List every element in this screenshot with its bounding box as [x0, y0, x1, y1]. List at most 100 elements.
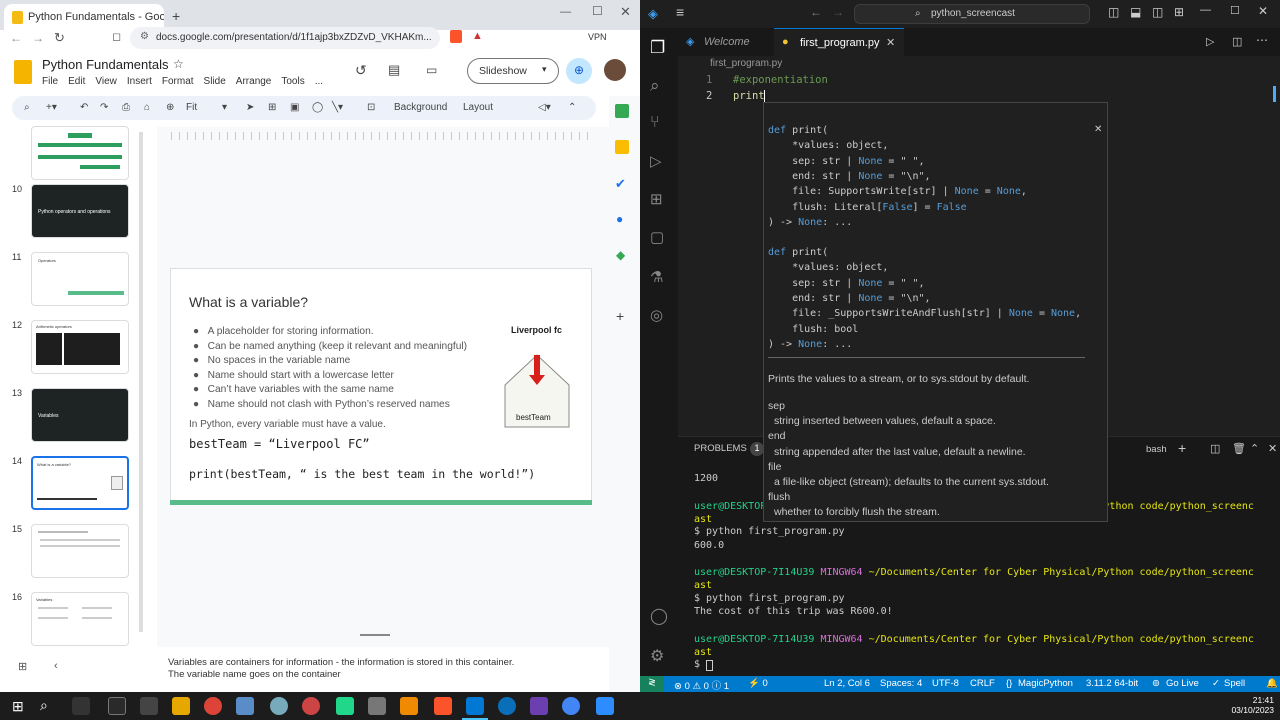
brave-shield-icon[interactable]	[450, 30, 462, 43]
image-icon[interactable]: ▣	[290, 102, 299, 113]
slide-thumbnail[interactable]: Operators	[31, 252, 129, 306]
tools-icon[interactable]	[236, 697, 254, 715]
minimize-icon[interactable]: —	[1200, 4, 1211, 16]
minimize-icon[interactable]: —	[560, 6, 571, 18]
eol[interactable]: CRLF	[970, 678, 995, 689]
meet-icon[interactable]: ▭	[426, 63, 437, 77]
cursor-position[interactable]: Ln 2, Col 6	[824, 678, 870, 689]
problems-tab[interactable]: PROBLEMS	[694, 443, 747, 454]
contacts-icon[interactable]: ●	[616, 212, 623, 226]
maximize-icon[interactable]: ☐	[1230, 4, 1240, 17]
menu-item[interactable]: Format	[162, 76, 194, 87]
textbox-icon[interactable]: ⊞	[268, 102, 276, 113]
shell-label[interactable]: bash	[1146, 444, 1167, 455]
menu-item[interactable]: View	[95, 76, 117, 87]
close-window-icon[interactable]: ✕	[620, 4, 631, 20]
encoding[interactable]: UTF-8	[932, 678, 959, 689]
comments-icon[interactable]: ▤	[388, 62, 400, 78]
vlc-icon[interactable]	[400, 697, 418, 715]
close-tab-icon[interactable]: ✕	[886, 36, 895, 49]
monitor-app-icon[interactable]	[140, 697, 158, 715]
go-live[interactable]: Go Live	[1166, 678, 1199, 689]
menu-item[interactable]: File	[42, 76, 58, 87]
indentation[interactable]: Spaces: 4	[880, 678, 922, 689]
braces-icon[interactable]: {}	[1006, 678, 1012, 689]
nav-forward-icon[interactable]: →	[832, 5, 844, 19]
close-panel-icon[interactable]: ✕	[1268, 442, 1277, 455]
slide-thumbnail[interactable]: Variables	[31, 592, 129, 646]
transition-icon[interactable]: ◁▾	[538, 102, 551, 113]
layout-icon[interactable]: ⊞	[1174, 5, 1184, 19]
slide-bullets[interactable]: ● A placeholder for storing information.…	[193, 325, 467, 413]
remote-icon[interactable]: ≷	[640, 676, 664, 692]
box-caption[interactable]: bestTeam	[516, 413, 551, 422]
menu-item[interactable]: Slide	[204, 76, 226, 87]
spell-check-icon[interactable]: ✓	[1212, 678, 1220, 689]
menu-item[interactable]: Edit	[68, 76, 85, 87]
keep-icon[interactable]	[615, 140, 629, 154]
code-line-1[interactable]: bestTeam = “Liverpool FC”	[189, 437, 370, 451]
file-explorer-icon[interactable]	[172, 697, 190, 715]
tab-first-program[interactable]: ● first_program.py ✕	[774, 28, 904, 56]
split-editor-icon[interactable]: ◫	[1232, 35, 1242, 48]
undo-icon[interactable]: ↶	[80, 102, 88, 113]
slide-thumbnail[interactable]: Python operators and operations	[31, 184, 129, 238]
menu-item[interactable]: ...	[315, 76, 323, 87]
spell[interactable]: Spell	[1224, 678, 1245, 689]
print-icon[interactable]: ⎙	[122, 102, 130, 113]
remote-explorer-icon[interactable]: ▢	[650, 228, 664, 246]
slide-thumbnail[interactable]: Arithmetic operators	[31, 320, 129, 374]
taskbar-clock[interactable]: 21:41 03/10/2023	[1226, 695, 1274, 715]
window-app-icon[interactable]	[108, 697, 126, 715]
new-tab-icon[interactable]: +	[172, 8, 180, 24]
run-file-icon[interactable]: ▷	[1206, 35, 1214, 48]
nav-back-icon[interactable]: ←	[810, 5, 822, 19]
code-line[interactable]: print	[733, 90, 765, 102]
avatar[interactable]	[604, 59, 626, 81]
accounts-icon[interactable]: ◯	[650, 606, 668, 626]
add-addon-icon[interactable]: +	[616, 308, 624, 324]
search-menus-icon[interactable]: ⌕	[24, 102, 30, 113]
menu-item[interactable]: Tools	[281, 76, 304, 87]
line-icon[interactable]: ╲▾	[332, 102, 343, 113]
problems-status[interactable]: ⊗ 0 ⚠ 0 ⓘ 1	[674, 678, 729, 692]
explorer-icon[interactable]: ❐	[650, 38, 665, 58]
testing-icon[interactable]: ⚗	[650, 268, 663, 286]
maximize-panel-icon[interactable]: ⌃	[1250, 442, 1259, 455]
zoom-icon[interactable]: ⊕	[166, 102, 174, 113]
paint-format-icon[interactable]: ⌂	[144, 102, 150, 113]
interpreter[interactable]: 3.11.2 64-bit	[1086, 678, 1138, 689]
chevron-down-icon[interactable]: ▾	[222, 102, 227, 113]
reload-icon[interactable]: ↻	[54, 30, 65, 46]
notifications-icon[interactable]: 🔔	[1266, 678, 1278, 689]
tab-welcome[interactable]: ◈ Welcome	[678, 28, 774, 56]
ports-status[interactable]: ⚡ 0	[748, 678, 768, 689]
slides-logo[interactable]	[14, 60, 32, 84]
run-debug-icon[interactable]: ▷	[650, 152, 662, 170]
speaker-notes[interactable]: Variables are containers for information…	[160, 653, 590, 687]
slide-thumbnail[interactable]: Variables	[31, 388, 129, 442]
menu-icon[interactable]: ≡	[676, 4, 684, 20]
app-icon[interactable]	[270, 697, 288, 715]
comment-icon[interactable]: ⊡	[367, 102, 375, 113]
code-line-2[interactable]: print(bestTeam, “ is the best team in th…	[189, 467, 535, 481]
toggle-panel-icon[interactable]: ⬓	[1130, 5, 1141, 19]
language-mode[interactable]: MagicPython	[1018, 678, 1073, 689]
background-button[interactable]: Background	[394, 102, 447, 113]
collapse-filmstrip-icon[interactable]: ‹	[54, 660, 58, 672]
grid-view-icon[interactable]: ⊞	[18, 660, 27, 673]
vpn-label[interactable]: VPN	[588, 32, 607, 42]
layout-button[interactable]: Layout	[463, 102, 493, 113]
select-tool-icon[interactable]: ➤	[246, 102, 254, 113]
current-slide[interactable]: What is a variable? ● A placeholder for …	[170, 268, 592, 505]
collapse-icon[interactable]: ⌃	[568, 102, 576, 113]
brave-icon[interactable]	[434, 697, 452, 715]
presentation-title[interactable]: Python Fundamentals	[42, 57, 168, 72]
sheets-icon[interactable]	[615, 104, 629, 118]
terminal-app-icon[interactable]	[72, 697, 90, 715]
split-terminal-icon[interactable]: ◫	[1210, 442, 1220, 455]
menu-item[interactable]: Arrange	[236, 76, 272, 87]
maps-icon[interactable]: ◆	[616, 248, 625, 262]
slide-thumbnail[interactable]	[31, 524, 129, 578]
slideshow-button[interactable]: Slideshow ▾	[467, 58, 559, 84]
